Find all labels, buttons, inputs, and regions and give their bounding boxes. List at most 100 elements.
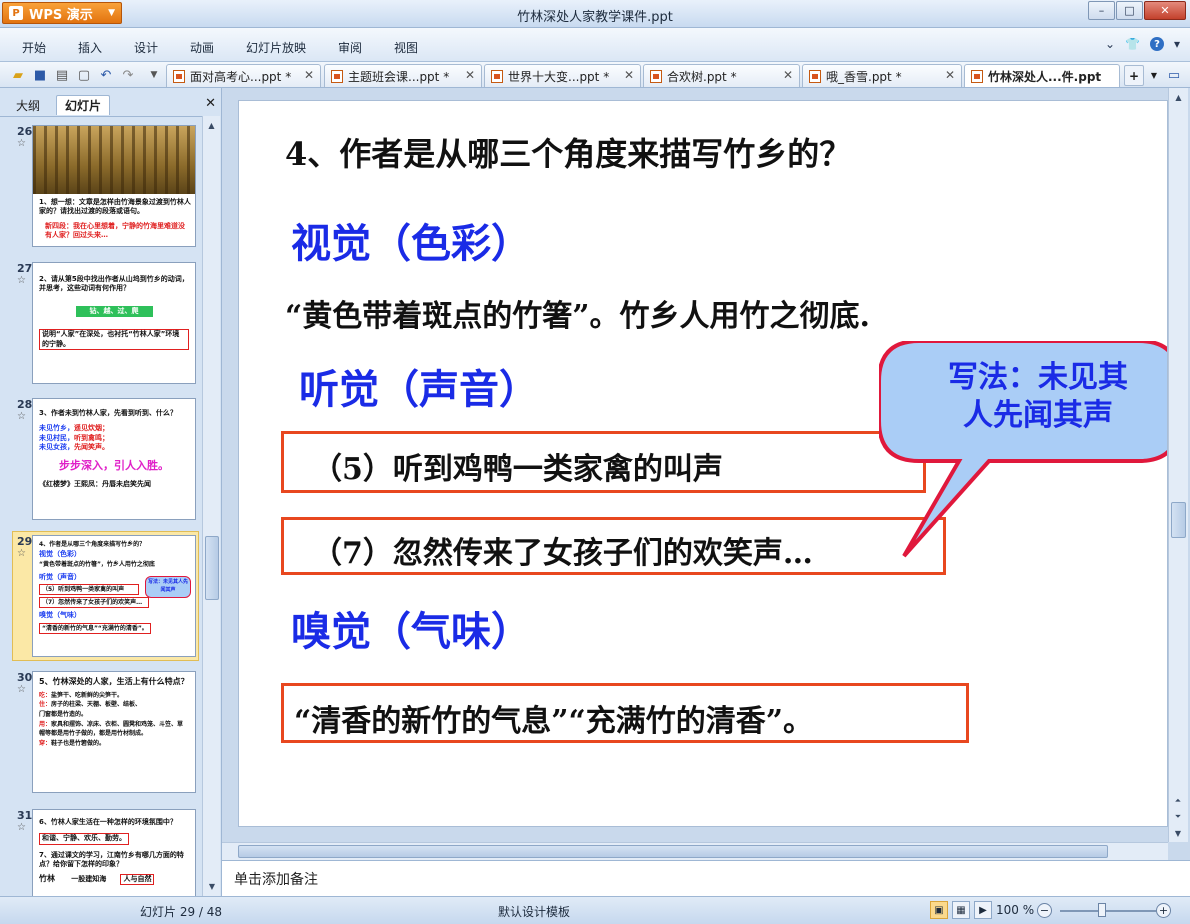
tab-list-dropdown-icon[interactable]: ▼ <box>1146 67 1162 83</box>
thumb-text: 未见女孩， <box>39 443 74 452</box>
doc-tab-active[interactable]: 竹林深处人...件.ppt <box>964 64 1120 87</box>
menu-review[interactable]: 审阅 <box>338 39 362 56</box>
window-title: 竹林深处人家教学课件.ppt <box>517 10 673 25</box>
ppt-file-icon <box>491 69 503 83</box>
slide-sorter-icon[interactable]: ▦ <box>952 901 970 919</box>
thumb-text: 《红楼梦》王熙凤：丹唇未启笑先闻 <box>39 479 151 488</box>
customize-toolbar-icon[interactable]: ▼ <box>146 67 162 83</box>
menu-slideshow[interactable]: 幻灯片放映 <box>246 39 306 56</box>
menu-home[interactable]: 开始 <box>22 39 46 56</box>
normal-view-icon[interactable]: ▣ <box>930 901 948 919</box>
zoom-in-icon[interactable]: + <box>1156 903 1171 918</box>
menu-view[interactable]: 视图 <box>394 39 418 56</box>
menu-animation[interactable]: 动画 <box>190 39 214 56</box>
scroll-up-icon[interactable]: ▲ <box>1171 89 1187 105</box>
tab-slides[interactable]: 幻灯片 <box>56 95 111 115</box>
notes-pane[interactable]: 单击添加备注 <box>222 860 1190 896</box>
collapse-ribbon-icon[interactable]: ⌄ <box>1105 37 1115 51</box>
doc-tab-4[interactable]: 合欢树.ppt * ✕ <box>643 64 800 87</box>
slide-number: 27 <box>17 262 33 275</box>
scrollbar-thumb[interactable] <box>1171 502 1186 538</box>
thumb-text: 竹林 <box>39 873 55 883</box>
close-tab-icon[interactable]: ✕ <box>624 68 634 82</box>
close-tab-icon[interactable]: ✕ <box>783 68 793 82</box>
zoom-out-icon[interactable]: − <box>1037 903 1052 918</box>
doc-tab-5[interactable]: 哦_香雪.ppt * ✕ <box>802 64 962 87</box>
slide-number: 26 <box>17 125 33 138</box>
window-layout-icon[interactable]: ▭ <box>1166 67 1182 83</box>
next-slide-icon[interactable]: ⏷ <box>1170 809 1186 825</box>
doc-tab-label: 合欢树.ppt * <box>667 69 737 84</box>
open-folder-icon[interactable]: ▰ <box>10 67 26 83</box>
slide-number: 28 <box>17 398 33 411</box>
help-icon[interactable]: ? <box>1149 37 1164 51</box>
slide-number: 31 <box>17 809 33 822</box>
doc-tab-1[interactable]: 面对高考心...ppt * ✕ <box>166 64 321 87</box>
smell-quote-box[interactable]: “清香的新竹的气息”“充满竹的清香”。 <box>281 683 969 743</box>
status-bar: 幻灯片 29 / 48 默认设计模板 ▣ ▦ ▶ 100 % − + <box>0 896 1190 924</box>
thumb-text: “黄色带着斑点的竹箸”，竹乡人用竹之彻底 <box>39 560 155 568</box>
minimize-button[interactable]: – <box>1088 1 1115 20</box>
scroll-down-icon[interactable]: ▼ <box>204 878 220 894</box>
visual-heading[interactable]: 视觉（色彩） <box>291 211 531 269</box>
zoom-slider[interactable] <box>1060 910 1156 912</box>
tab-outline[interactable]: 大纲 <box>8 95 48 115</box>
current-slide[interactable]: 4、作者是从哪三个角度来描写竹乡的？ 视觉（色彩） “黄色带着斑点的竹箸”。竹乡… <box>238 100 1168 827</box>
new-tab-button[interactable]: + <box>1124 65 1144 86</box>
help-dropdown-icon[interactable]: ▾ <box>1174 37 1180 51</box>
zoom-level[interactable]: 100 % <box>996 903 1034 917</box>
menu-design[interactable]: 设计 <box>134 39 158 56</box>
close-window-button[interactable]: ✕ <box>1144 1 1186 20</box>
scrollbar-thumb[interactable] <box>238 845 1108 858</box>
quick-access-toolbar: ▰ ■ ▤ ▢ ↶ ↷ ▼ 面对高考心...ppt * ✕ 主题班会课...pp… <box>0 62 1190 88</box>
audio-quote-1: （5）听到鸡鸭一类家禽的叫声 <box>312 452 723 487</box>
maximize-button[interactable]: □ <box>1116 1 1143 20</box>
thumb-text: 住： <box>39 701 52 709</box>
thumb-text: 5、竹林深处的人家，生活上有什么特点？ <box>39 677 189 686</box>
slide-vertical-scrollbar[interactable]: ▲ ⏶ ⏷ ▼ <box>1168 88 1188 842</box>
scroll-up-icon[interactable]: ▲ <box>204 117 220 133</box>
ppt-file-icon <box>650 69 662 83</box>
doc-tab-label: 哦_香雪.ppt * <box>826 69 902 84</box>
ppt-file-icon <box>809 69 821 83</box>
scroll-down-icon[interactable]: ▼ <box>1170 825 1186 841</box>
slide-number: 29 <box>17 535 33 548</box>
slide-preview: 6、竹林人家生活在一种怎样的环境氛围中？ 和谐、宁静、欢乐、勤劳。 7、通过课文… <box>32 809 196 896</box>
audio-quote-box-2[interactable]: （7）忽然传来了女孩子们的欢笑声… <box>281 517 946 575</box>
notes-placeholder: 单击添加备注 <box>234 872 318 888</box>
animation-star-icon: ☆ <box>17 822 26 833</box>
slideshow-view-icon[interactable]: ▶ <box>974 901 992 919</box>
bamboo-forest-image <box>33 126 195 194</box>
animation-star-icon: ☆ <box>17 684 26 695</box>
visual-text[interactable]: “黄色带着斑点的竹箸”。竹乡人用竹之彻底. <box>285 291 870 335</box>
ppt-file-icon <box>971 69 983 83</box>
save-icon[interactable]: ■ <box>32 67 48 83</box>
doc-tab-2[interactable]: 主题班会课...ppt * ✕ <box>324 64 482 87</box>
undo-icon[interactable]: ↶ <box>98 67 114 83</box>
slide-question[interactable]: 4、作者是从哪三个角度来描写竹乡的？ <box>285 129 851 175</box>
thumbnail-scrollbar[interactable]: ▲ ▼ <box>202 116 220 896</box>
audio-quote-box-1[interactable]: （5）听到鸡鸭一类家禽的叫声 <box>281 431 926 493</box>
print-icon[interactable]: ▤ <box>54 67 70 83</box>
thumb-text: （5）听到鸡鸭一类家禽的叫声 <box>39 584 139 595</box>
doc-tab-label: 世界十大变...ppt * <box>508 69 610 84</box>
previous-slide-icon[interactable]: ⏶ <box>1170 793 1186 809</box>
scrollbar-thumb[interactable] <box>205 536 219 600</box>
callout-line-1: 写法：未见其 <box>948 360 1128 395</box>
smell-heading[interactable]: 嗅觉（气味） <box>291 599 531 657</box>
skin-icon[interactable]: 👕 <box>1125 37 1140 51</box>
print-preview-icon[interactable]: ▢ <box>76 67 92 83</box>
thumb-text: 6、竹林人家生活在一种怎样的环境氛围中？ <box>39 818 177 826</box>
zoom-slider-knob[interactable] <box>1098 903 1106 917</box>
audio-heading[interactable]: 听觉（声音） <box>299 357 539 415</box>
slide-horizontal-scrollbar[interactable] <box>222 842 1168 860</box>
close-tab-icon[interactable]: ✕ <box>945 68 955 82</box>
close-tab-icon[interactable]: ✕ <box>304 68 314 82</box>
thumb-text: 1、想一想：文章是怎样由竹海景象过渡到竹林人家的？请找出过渡的段落或语句。 <box>39 198 191 216</box>
menu-insert[interactable]: 插入 <box>78 39 102 56</box>
ppt-file-icon <box>331 69 343 83</box>
close-panel-icon[interactable]: ✕ <box>205 96 216 111</box>
redo-icon[interactable]: ↷ <box>120 67 136 83</box>
close-tab-icon[interactable]: ✕ <box>465 68 475 82</box>
doc-tab-3[interactable]: 世界十大变...ppt * ✕ <box>484 64 641 87</box>
